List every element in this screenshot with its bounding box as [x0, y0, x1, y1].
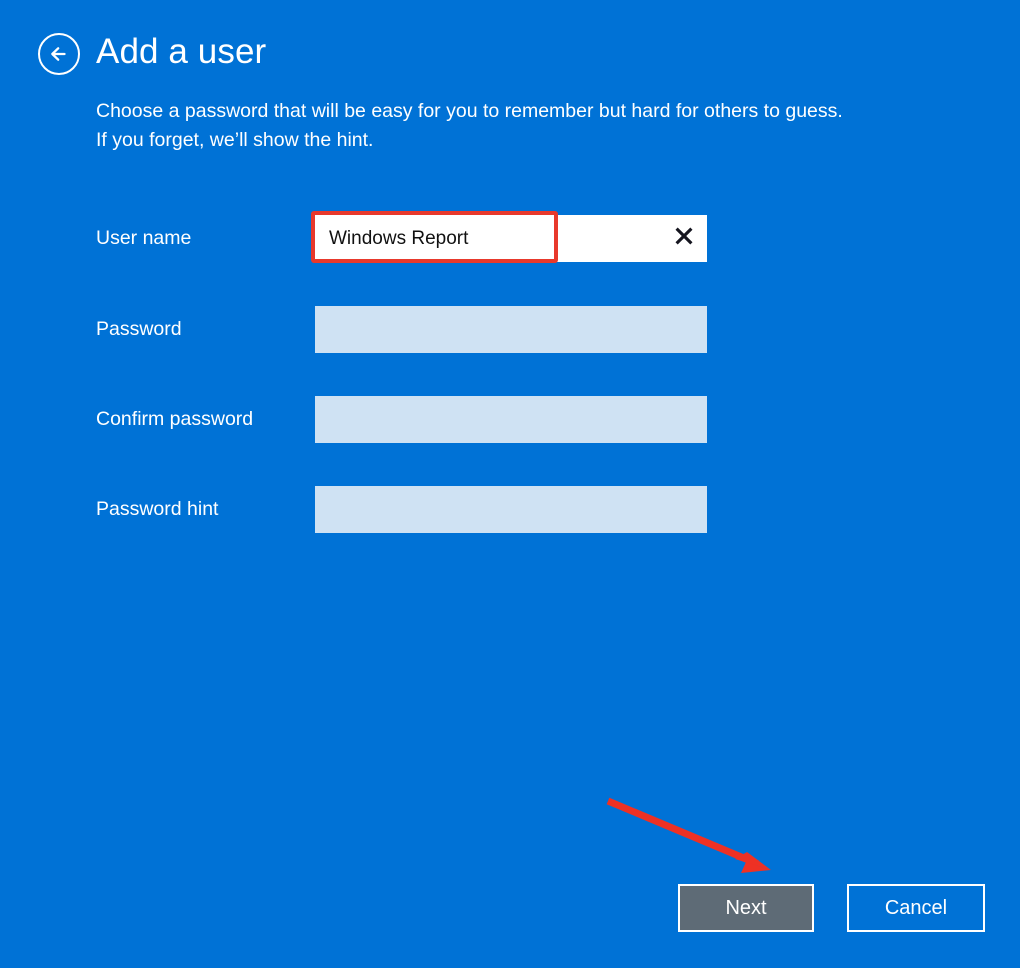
- close-x-icon: [673, 225, 695, 252]
- label-password: Password: [96, 318, 182, 340]
- field-row-password: Password: [0, 306, 1020, 353]
- label-password-hint: Password hint: [96, 498, 219, 520]
- back-arrow-circle-icon: [40, 35, 78, 73]
- clear-user-name-button[interactable]: [666, 215, 702, 262]
- password-hint-input[interactable]: [315, 486, 707, 533]
- back-button[interactable]: [38, 33, 80, 75]
- annotation-arrow: [595, 790, 785, 885]
- description-line-1: Choose a password that will be easy for …: [96, 100, 843, 122]
- confirm-password-input[interactable]: [315, 396, 707, 443]
- cancel-button-label: Cancel: [884, 896, 948, 919]
- add-a-user-dialog: Add a user Choose a password that will b…: [0, 0, 1020, 968]
- cancel-button[interactable]: Cancel: [847, 884, 985, 932]
- user-name-input[interactable]: [315, 215, 707, 262]
- field-row-confirm-password: Confirm password: [0, 396, 1020, 443]
- label-confirm-password: Confirm password: [96, 408, 254, 430]
- password-input[interactable]: [315, 306, 707, 353]
- page-title: Add a user: [96, 32, 267, 71]
- description-line-2: If you forget, we’ll show the hint.: [96, 129, 374, 151]
- next-button-label: Next: [725, 896, 767, 919]
- label-user-name: User name: [96, 227, 192, 249]
- dialog-description: Choose a password that will be easy for …: [96, 97, 966, 155]
- dialog-footer: Next Cancel: [0, 884, 1020, 934]
- field-row-password-hint: Password hint: [0, 486, 1020, 533]
- dialog-header: Add a user Choose a password that will b…: [0, 0, 1020, 170]
- field-row-user-name: User name: [0, 215, 1020, 262]
- next-button[interactable]: Next: [678, 884, 814, 932]
